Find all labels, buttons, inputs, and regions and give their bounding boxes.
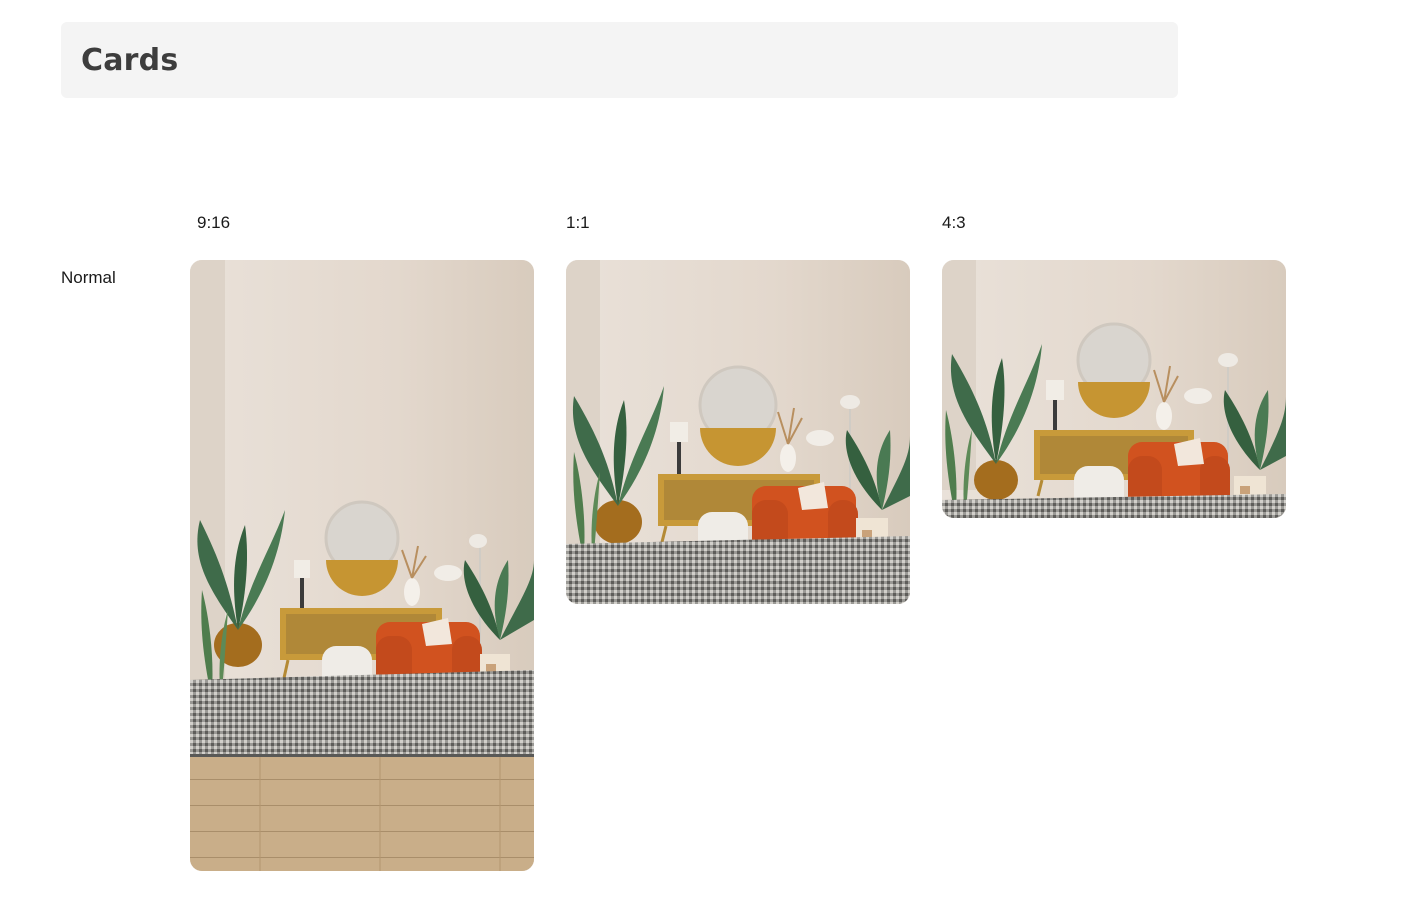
row-label-normal: Normal [61, 268, 116, 287]
page-title: Cards [81, 43, 179, 78]
card-9-16[interactable] [190, 260, 534, 871]
card-image-9-16 [190, 260, 534, 871]
column-label-1-1: 1:1 [566, 213, 590, 232]
card-1-1[interactable] [566, 260, 910, 604]
card-4-3[interactable] [942, 260, 1286, 518]
card-image-1-1 [566, 260, 910, 604]
page-header: Cards [61, 22, 1178, 98]
column-label-9-16: 9:16 [197, 213, 231, 232]
card-image-4-3 [942, 260, 1286, 518]
column-label-4-3: 4:3 [942, 213, 966, 232]
